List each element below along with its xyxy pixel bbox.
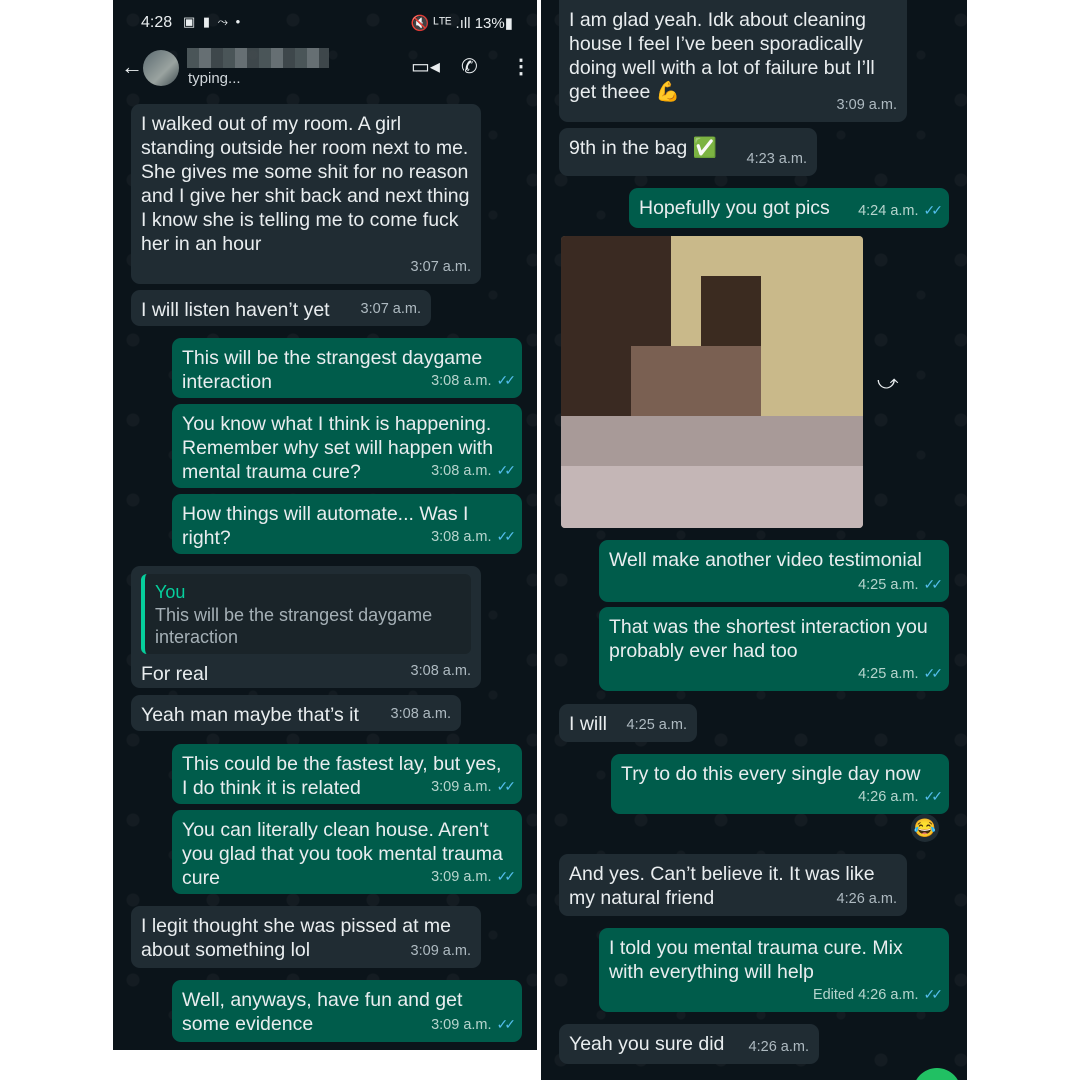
message-time: 3:09 a.m. [410,943,471,959]
message-time: 3:09 a.m. ✓✓ [431,868,517,885]
message-time: 3:08 a.m. [390,706,451,722]
message-bubble[interactable]: How things will automate... Was I right?… [172,494,522,554]
chat-screen-left: 4:28 ▣ ▮ ⤳ • 🔇 ᴸᵀᴱ .ıll 13%▮ ← typing...… [113,0,537,1050]
message-bubble[interactable]: 9th in the bag ✅ 4:23 a.m. [559,128,817,176]
quoted-message[interactable]: You This will be the strangest daygame i… [141,574,471,654]
message-bubble[interactable]: I am glad yeah. Idk about cleaning house… [559,0,907,122]
message-time: 3:09 a.m. ✓✓ [431,778,517,795]
video-call-icon[interactable]: ▭◂ [411,54,440,79]
message-bubble[interactable]: I will 4:25 a.m. [559,704,697,742]
reply-message-bubble[interactable]: You This will be the strangest daygame i… [131,566,481,688]
message-text: Well make another video testimonial [609,549,922,571]
chat-header: ← typing... ▭◂ ✆ ⋮ [113,44,537,92]
read-ticks-icon: ✓✓ [923,788,944,804]
message-bubble[interactable]: I will listen haven’t yet 3:07 a.m. [131,290,431,326]
message-bubble[interactable]: That was the shortest interaction you pr… [599,607,949,691]
quoted-text: This will be the strangest daygame inter… [155,605,433,647]
status-icons: ▣ ▮ ⤳ • [183,14,243,29]
image-message-pixelated[interactable] [561,236,863,528]
message-bubble[interactable]: Try to do this every single day now 4:26… [611,754,949,814]
message-bubble[interactable]: This could be the fastest lay, but yes, … [172,744,522,804]
read-ticks-icon: ✓✓ [496,462,517,478]
message-time: 3:09 a.m. [836,97,897,113]
message-text: I walked out of my room. A girl standing… [141,113,475,255]
more-options-icon[interactable]: ⋮ [511,54,531,79]
message-bubble[interactable]: I told you mental trauma cure. Mix with … [599,928,949,1012]
laughing-reaction-icon[interactable]: 😂 [911,814,939,842]
read-ticks-icon: ✓✓ [923,665,944,681]
message-time: 4:25 a.m. ✓✓ [858,576,944,593]
message-time: 3:08 a.m. ✓✓ [431,462,517,479]
message-text: That was the shortest interaction you pr… [609,616,934,662]
read-ticks-icon: ✓✓ [923,202,944,218]
message-time: 3:08 a.m. [410,663,471,679]
message-bubble[interactable]: Well make another video testimonial 4:25… [599,540,949,602]
contact-name-redacted[interactable] [187,48,329,68]
message-bubble[interactable]: Yeah man maybe that’s it 3:08 a.m. [131,695,461,731]
message-bubble[interactable]: I legit thought she was pissed at me abo… [131,906,481,968]
message-text: I told you mental trauma cure. Mix with … [609,937,909,983]
read-ticks-icon: ✓✓ [923,986,944,1002]
read-ticks-icon: ✓✓ [496,372,517,388]
message-time: 4:23 a.m. [746,151,807,167]
read-ticks-icon: ✓✓ [496,868,517,884]
message-time: Edited 4:26 a.m. ✓✓ [812,986,944,1003]
message-bubble[interactable]: Hopefully you got pics 4:24 a.m. ✓✓ [629,188,949,228]
message-time: 3:09 a.m. ✓✓ [431,1016,517,1033]
message-bubble[interactable]: This will be the strangest daygame inter… [172,338,522,398]
message-time: 4:25 a.m. [626,717,687,733]
read-ticks-icon: ✓✓ [496,1016,517,1032]
chat-screen-right: I am glad yeah. Idk about cleaning house… [541,0,967,1080]
message-time: 3:08 a.m. ✓✓ [431,372,517,389]
message-time: 4:26 a.m. ✓✓ [858,788,944,805]
message-bubble[interactable]: And yes. Can’t believe it. It was like m… [559,854,907,916]
message-time: 3:07 a.m. [360,301,421,317]
message-bubble[interactable]: Well, anyways, have fun and get some evi… [172,980,522,1042]
avatar[interactable] [143,50,179,86]
read-ticks-icon: ✓✓ [496,528,517,544]
message-bubble[interactable]: Yeah you sure did 4:26 a.m. [559,1024,819,1064]
message-time: 4:26 a.m. [836,891,897,907]
quoted-sender: You [155,582,186,602]
message-time: 3:07 a.m. [410,259,471,275]
message-text: Try to do this every single day now [621,763,921,785]
message-time: 4:26 a.m. [748,1039,809,1055]
voice-call-icon[interactable]: ✆ [461,54,478,79]
back-arrow-icon[interactable]: ← [121,54,143,80]
message-time: 4:25 a.m. ✓✓ [858,665,944,682]
message-bubble[interactable]: You know what I think is happening. Reme… [172,404,522,488]
message-time: 4:24 a.m. ✓✓ [858,202,944,219]
photo-block [561,466,863,528]
forward-icon[interactable]: ⤻ [877,372,898,395]
status-right-icons: 🔇 ᴸᵀᴱ .ıll 13%▮ [410,15,513,32]
message-text: I am glad yeah. Idk about cleaning house… [569,9,881,103]
message-bubble[interactable]: You can literally clean house. Aren't yo… [172,810,522,894]
typing-indicator: typing... [188,70,241,87]
status-time: 4:28 [141,14,173,31]
message-time: 3:08 a.m. ✓✓ [431,528,517,545]
read-ticks-icon: ✓✓ [496,778,517,794]
message-bubble[interactable]: I walked out of my room. A girl standing… [131,104,481,284]
read-ticks-icon: ✓✓ [923,576,944,592]
scroll-down-button[interactable] [913,1068,961,1080]
status-bar: 4:28 ▣ ▮ ⤳ • 🔇 ᴸᵀᴱ .ıll 13%▮ [113,0,537,44]
